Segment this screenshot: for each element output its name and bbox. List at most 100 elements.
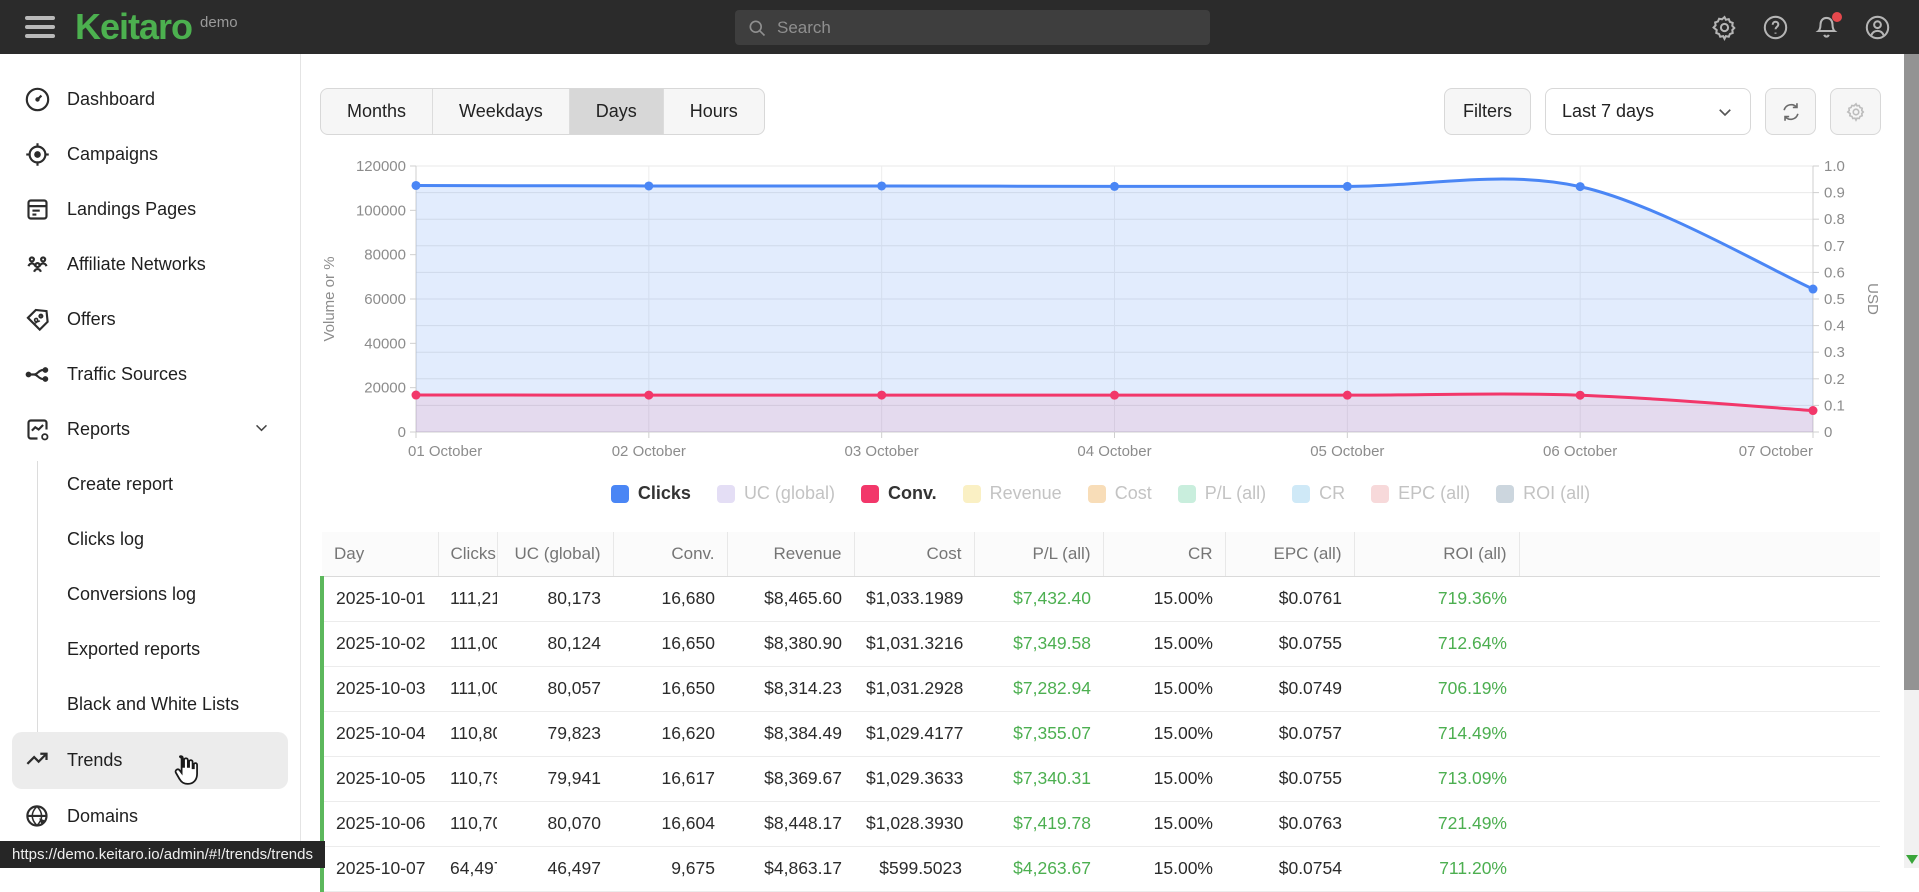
cell-revenue: $4,863.17 — [727, 846, 854, 891]
cell-cr: 15.00% — [1103, 621, 1225, 666]
cell-cr: 15.00% — [1103, 576, 1225, 621]
point-Conv.[interactable] — [644, 391, 653, 400]
tab-days[interactable]: Days — [570, 89, 664, 134]
legend-swatch — [963, 485, 981, 503]
x-axis-label: 07 October — [1739, 443, 1813, 460]
table-row[interactable]: 2025-10-06110,7080,07016,604$8,448.17$1,… — [322, 801, 1880, 846]
column-header-day[interactable]: Day — [322, 532, 438, 576]
point-Clicks[interactable] — [644, 181, 653, 190]
column-header-conv[interactable]: Conv. — [613, 532, 727, 576]
cell-filler — [1519, 576, 1880, 621]
sidebar-item-black-white-lists[interactable]: Black and White Lists — [0, 677, 300, 732]
sidebar-item-landings-pages[interactable]: Landings Pages — [0, 182, 300, 237]
y-axis-right-label: 0.5 — [1824, 291, 1845, 308]
legend-label: Cost — [1115, 483, 1152, 504]
account-icon[interactable] — [1864, 14, 1891, 41]
sidebar-item-trends[interactable]: Trends — [12, 732, 288, 789]
column-header-epc-all[interactable]: EPC (all) — [1225, 532, 1354, 576]
help-icon[interactable] — [1762, 14, 1789, 41]
cell-clicks: 110,80 — [438, 711, 497, 756]
column-header-filler — [1519, 532, 1880, 576]
column-header-clicks[interactable]: Clicks — [438, 532, 497, 576]
point-Conv.[interactable] — [1110, 391, 1119, 400]
column-header-revenue[interactable]: Revenue — [727, 532, 854, 576]
legend-item-p-l-all[interactable]: P/L (all) — [1178, 483, 1266, 504]
sidebar-item-reports[interactable]: Reports — [0, 402, 300, 457]
column-header-uc-global[interactable]: UC (global) — [497, 532, 613, 576]
table-row[interactable]: 2025-10-05110,7979,94116,617$8,369.67$1,… — [322, 756, 1880, 801]
sidebar-item-affiliate-networks[interactable]: Affiliate Networks — [0, 237, 300, 292]
tab-months[interactable]: Months — [321, 89, 433, 134]
notifications-bell-icon[interactable] — [1813, 14, 1840, 41]
trending-up-icon — [24, 747, 51, 774]
point-Clicks[interactable] — [1343, 182, 1352, 191]
refresh-button[interactable] — [1765, 88, 1816, 135]
point-Clicks[interactable] — [412, 181, 421, 190]
cell-day: 2025-10-01 — [322, 576, 438, 621]
scroll-down-arrow-icon[interactable] — [1906, 855, 1918, 864]
cell-revenue: $8,448.17 — [727, 801, 854, 846]
cell-revenue: $8,380.90 — [727, 621, 854, 666]
chart-settings-button[interactable] — [1830, 88, 1881, 135]
table-row[interactable]: 2025-10-03111,0080,05716,650$8,314.23$1,… — [322, 666, 1880, 711]
column-header-cr[interactable]: CR — [1103, 532, 1225, 576]
legend-item-cost[interactable]: Cost — [1088, 483, 1152, 504]
cell-roi-all: 706.19% — [1354, 666, 1519, 711]
point-Conv.[interactable] — [412, 391, 421, 400]
sidebar-item-label: Reports — [67, 419, 130, 440]
point-Clicks[interactable] — [877, 181, 886, 190]
sidebar-item-conversions-log[interactable]: Conversions log — [0, 567, 300, 622]
y-axis-left-label: 120000 — [356, 158, 406, 175]
table-row[interactable]: 2025-10-04110,8079,82316,620$8,384.49$1,… — [322, 711, 1880, 756]
chevron-down-icon[interactable] — [253, 419, 270, 441]
legend-item-clicks[interactable]: Clicks — [611, 483, 691, 504]
sidebar-item-exported-reports[interactable]: Exported reports — [0, 622, 300, 677]
legend-item-cr[interactable]: CR — [1292, 483, 1345, 504]
legend-item-revenue[interactable]: Revenue — [963, 483, 1062, 504]
legend-item-conv[interactable]: Conv. — [861, 483, 937, 504]
table-row[interactable]: 2025-10-01111,2180,17316,680$8,465.60$1,… — [322, 576, 1880, 621]
sidebar-item-domains[interactable]: Domains — [0, 789, 300, 844]
sidebar-item-create-report[interactable]: Create report — [0, 457, 300, 512]
sidebar-item-campaigns[interactable]: Campaigns — [0, 127, 300, 182]
column-header-cost[interactable]: Cost — [854, 532, 974, 576]
sidebar-item-dashboard[interactable]: Dashboard — [0, 72, 300, 127]
point-Conv.[interactable] — [1809, 406, 1818, 415]
table-row[interactable]: 2025-10-02111,0080,12416,650$8,380.90$1,… — [322, 621, 1880, 666]
sidebar-item-clicks-log[interactable]: Clicks log — [0, 512, 300, 567]
cell-cost: $1,029.4177 — [854, 711, 974, 756]
tab-hours[interactable]: Hours — [664, 89, 764, 134]
point-Conv.[interactable] — [1343, 391, 1352, 400]
point-Clicks[interactable] — [1809, 285, 1818, 294]
sidebar-item-traffic-sources[interactable]: Traffic Sources — [0, 347, 300, 402]
cell-roi-all: 713.09% — [1354, 756, 1519, 801]
column-header-p-l-all[interactable]: P/L (all) — [974, 532, 1103, 576]
legend-item-uc-global[interactable]: UC (global) — [717, 483, 835, 504]
date-range-select[interactable]: Last 7 days — [1545, 88, 1751, 135]
cell-epc-all: $0.0761 — [1225, 576, 1354, 621]
legend-item-roi-all[interactable]: ROI (all) — [1496, 483, 1590, 504]
table-row[interactable]: 2025-10-0764,49746,4979,675$4,863.17$599… — [322, 846, 1880, 891]
tab-weekdays[interactable]: Weekdays — [433, 89, 570, 134]
page-scrollbar[interactable] — [1904, 54, 1919, 868]
topbar: Keitaro demo — [0, 0, 1919, 54]
column-header-roi-all[interactable]: ROI (all) — [1354, 532, 1519, 576]
point-Conv.[interactable] — [1576, 391, 1585, 400]
cell-epc-all: $0.0749 — [1225, 666, 1354, 711]
hamburger-menu-icon[interactable] — [25, 16, 55, 38]
y-axis-left-label: 100000 — [356, 202, 406, 219]
cell-clicks: 110,70 — [438, 801, 497, 846]
sidebar-item-offers[interactable]: Offers — [0, 292, 300, 347]
settings-gear-icon[interactable] — [1711, 14, 1738, 41]
point-Clicks[interactable] — [1576, 182, 1585, 191]
search-input[interactable] — [777, 18, 1177, 38]
point-Conv.[interactable] — [877, 391, 886, 400]
scrollbar-thumb[interactable] — [1904, 54, 1919, 690]
report-chart-icon — [24, 416, 51, 443]
legend-item-epc-all[interactable]: EPC (all) — [1371, 483, 1470, 504]
cell-revenue: $8,314.23 — [727, 666, 854, 711]
point-Clicks[interactable] — [1110, 182, 1119, 191]
cell-filler — [1519, 621, 1880, 666]
search-box[interactable] — [735, 10, 1210, 45]
filters-button[interactable]: Filters — [1444, 88, 1531, 135]
